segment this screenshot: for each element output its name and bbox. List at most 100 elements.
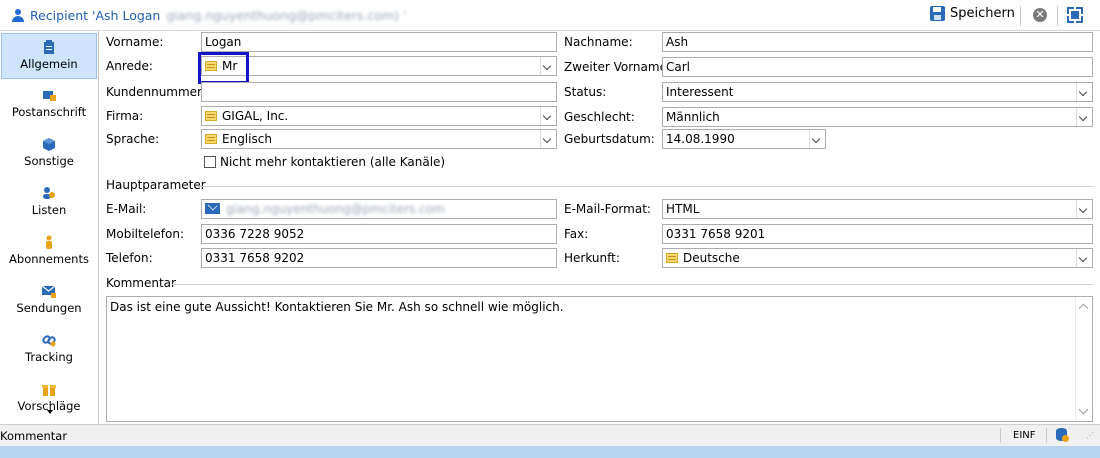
sidebar-item-abonnements[interactable]: Abonnements — [0, 229, 98, 275]
link-icon — [42, 335, 56, 347]
kommentar-textarea[interactable]: Das ist eine gute Aussicht! Kontaktieren… — [106, 296, 1093, 422]
fax-label: Fax: — [564, 227, 589, 241]
sidebar-item-label: Sendungen — [16, 301, 82, 315]
email-format-value: HTML — [666, 202, 700, 216]
herkunft-label: Herkunft: — [564, 251, 620, 265]
sidebar: Allgemein Postanschrift Sonstige Listen … — [0, 31, 99, 424]
mobiltelefon-field[interactable]: 0336 7228 9052 — [201, 224, 557, 244]
chevron-down-icon[interactable] — [540, 130, 556, 148]
people-icon — [43, 187, 55, 199]
sidebar-item-listen[interactable]: Listen — [0, 180, 98, 226]
fullscreen-icon[interactable] — [1067, 7, 1083, 23]
geburtsdatum-picker[interactable]: 14.08.1990 — [662, 129, 826, 149]
geschlecht-select[interactable]: Männlich — [662, 107, 1093, 127]
recipient-icon — [12, 9, 24, 22]
sidebar-item-label: Tracking — [25, 350, 73, 364]
sidebar-scroll-down-icon[interactable] — [47, 410, 53, 414]
kundennummer-field[interactable] — [201, 82, 557, 102]
geburtsdatum-label: Geburtsdatum: — [564, 132, 655, 146]
title-text: Recipient 'Ash Logan — [30, 8, 161, 23]
chevron-down-icon[interactable] — [540, 57, 556, 75]
telefon-field[interactable]: 0331 7658 9202 — [201, 248, 557, 268]
firma-select[interactable]: GIGAL, Inc. — [201, 106, 557, 126]
sidebar-item-label: Sonstige — [24, 154, 74, 168]
status-value: Interessent — [666, 85, 734, 99]
sprache-value: Englisch — [222, 132, 272, 146]
toolbar-separator — [1020, 6, 1021, 26]
sidebar-item-sonstige[interactable]: Sonstige — [0, 131, 98, 177]
status-bar: Kommentar EINF ⋰ — [0, 424, 1100, 446]
anrede-select[interactable]: Mr — [201, 56, 557, 76]
email-label: E-Mail: — [106, 202, 147, 216]
fax-field[interactable]: 0331 7658 9201 — [662, 224, 1093, 244]
geburtsdatum-value: 14.08.1990 — [666, 132, 735, 146]
list-icon — [205, 134, 217, 144]
mobiltelefon-label: Mobiltelefon: — [106, 227, 184, 241]
nicht-kontaktieren-label: Nicht mehr kontaktieren (alle Kanäle) — [220, 155, 446, 169]
clipboard-icon — [44, 40, 54, 54]
chevron-down-icon[interactable] — [809, 130, 825, 148]
status-select[interactable]: Interessent — [662, 82, 1093, 102]
section-divider — [197, 186, 1093, 187]
save-button[interactable]: Speichern — [930, 6, 1015, 21]
resize-grip-icon[interactable]: ⋰ — [1086, 432, 1094, 440]
window-title: Recipient 'Ash Logan giang.nguyenthuong@… — [12, 8, 406, 23]
status-text: Kommentar — [0, 429, 68, 443]
sidebar-item-sendungen[interactable]: Sendungen — [0, 278, 98, 324]
textarea-scrollbar[interactable] — [1075, 297, 1092, 421]
chevron-down-icon[interactable] — [1076, 249, 1092, 267]
sidebar-item-tracking[interactable]: Tracking — [0, 327, 98, 373]
sprache-label: Sprache: — [106, 132, 160, 146]
sidebar-item-vorschlaege[interactable]: Vorschläge — [0, 376, 98, 422]
sidebar-item-postanschrift[interactable]: Postanschrift — [0, 82, 98, 128]
envelope-icon — [205, 203, 220, 214]
mailbox-icon — [43, 91, 56, 101]
email-format-select[interactable]: HTML — [662, 199, 1093, 219]
email-format-label: E-Mail-Format: — [564, 202, 651, 216]
chevron-down-icon[interactable] — [1076, 200, 1092, 218]
floppy-disk-icon — [930, 6, 945, 21]
scroll-up-icon[interactable] — [1078, 303, 1089, 314]
herkunft-value: Deutsche — [683, 251, 740, 265]
list-icon — [666, 253, 678, 263]
insert-mode-indicator: EINF — [1013, 430, 1036, 441]
chevron-down-icon[interactable] — [1076, 108, 1092, 126]
chevron-down-icon[interactable] — [1076, 83, 1092, 101]
database-icon — [1055, 428, 1069, 442]
subscription-icon — [46, 235, 52, 249]
gift-icon — [42, 385, 56, 396]
section-divider — [172, 284, 1093, 285]
nachname-field[interactable]: Ash — [662, 32, 1093, 52]
geschlecht-value: Männlich — [666, 110, 720, 124]
nachname-label: Nachname: — [564, 35, 633, 49]
email-field[interactable]: giang.nguyenthuong@pmciters.com — [201, 199, 557, 219]
list-icon — [205, 111, 217, 121]
kundennummer-label: Kundennummer: — [106, 85, 206, 99]
geschlecht-label: Geschlecht: — [564, 110, 635, 124]
title-bar: Recipient 'Ash Logan giang.nguyenthuong@… — [0, 0, 1100, 31]
scroll-down-icon[interactable] — [1078, 404, 1089, 415]
cube-icon — [43, 138, 55, 151]
hauptparameter-section-title: Hauptparameter — [106, 178, 206, 192]
zweiter-vorname-label: Zweiter Vorname: — [564, 60, 672, 74]
sidebar-item-label: Abonnements — [9, 252, 89, 266]
firma-value: GIGAL, Inc. — [222, 109, 289, 123]
kommentar-text: Das ist eine gute Aussicht! Kontaktieren… — [110, 300, 564, 314]
close-icon[interactable]: ✕ — [1033, 8, 1047, 22]
anrede-label: Anrede: — [106, 59, 153, 73]
nicht-kontaktieren-checkbox[interactable] — [204, 156, 216, 168]
telefon-label: Telefon: — [106, 251, 153, 265]
chevron-down-icon[interactable] — [540, 107, 556, 125]
toolbar-separator — [1057, 6, 1058, 26]
sidebar-item-allgemein[interactable]: Allgemein — [1, 33, 97, 79]
highlight-box — [198, 52, 249, 84]
zweiter-vorname-field[interactable]: Carl — [662, 57, 1093, 77]
sidebar-item-label: Postanschrift — [11, 105, 87, 119]
sidebar-item-label: Allgemein — [20, 57, 78, 71]
status-separator — [1046, 428, 1047, 443]
envelope-icon — [42, 285, 56, 298]
sprache-select[interactable]: Englisch — [201, 129, 557, 149]
vorname-field[interactable]: Logan — [201, 32, 557, 52]
save-label: Speichern — [950, 6, 1015, 21]
herkunft-select[interactable]: Deutsche — [662, 248, 1093, 268]
